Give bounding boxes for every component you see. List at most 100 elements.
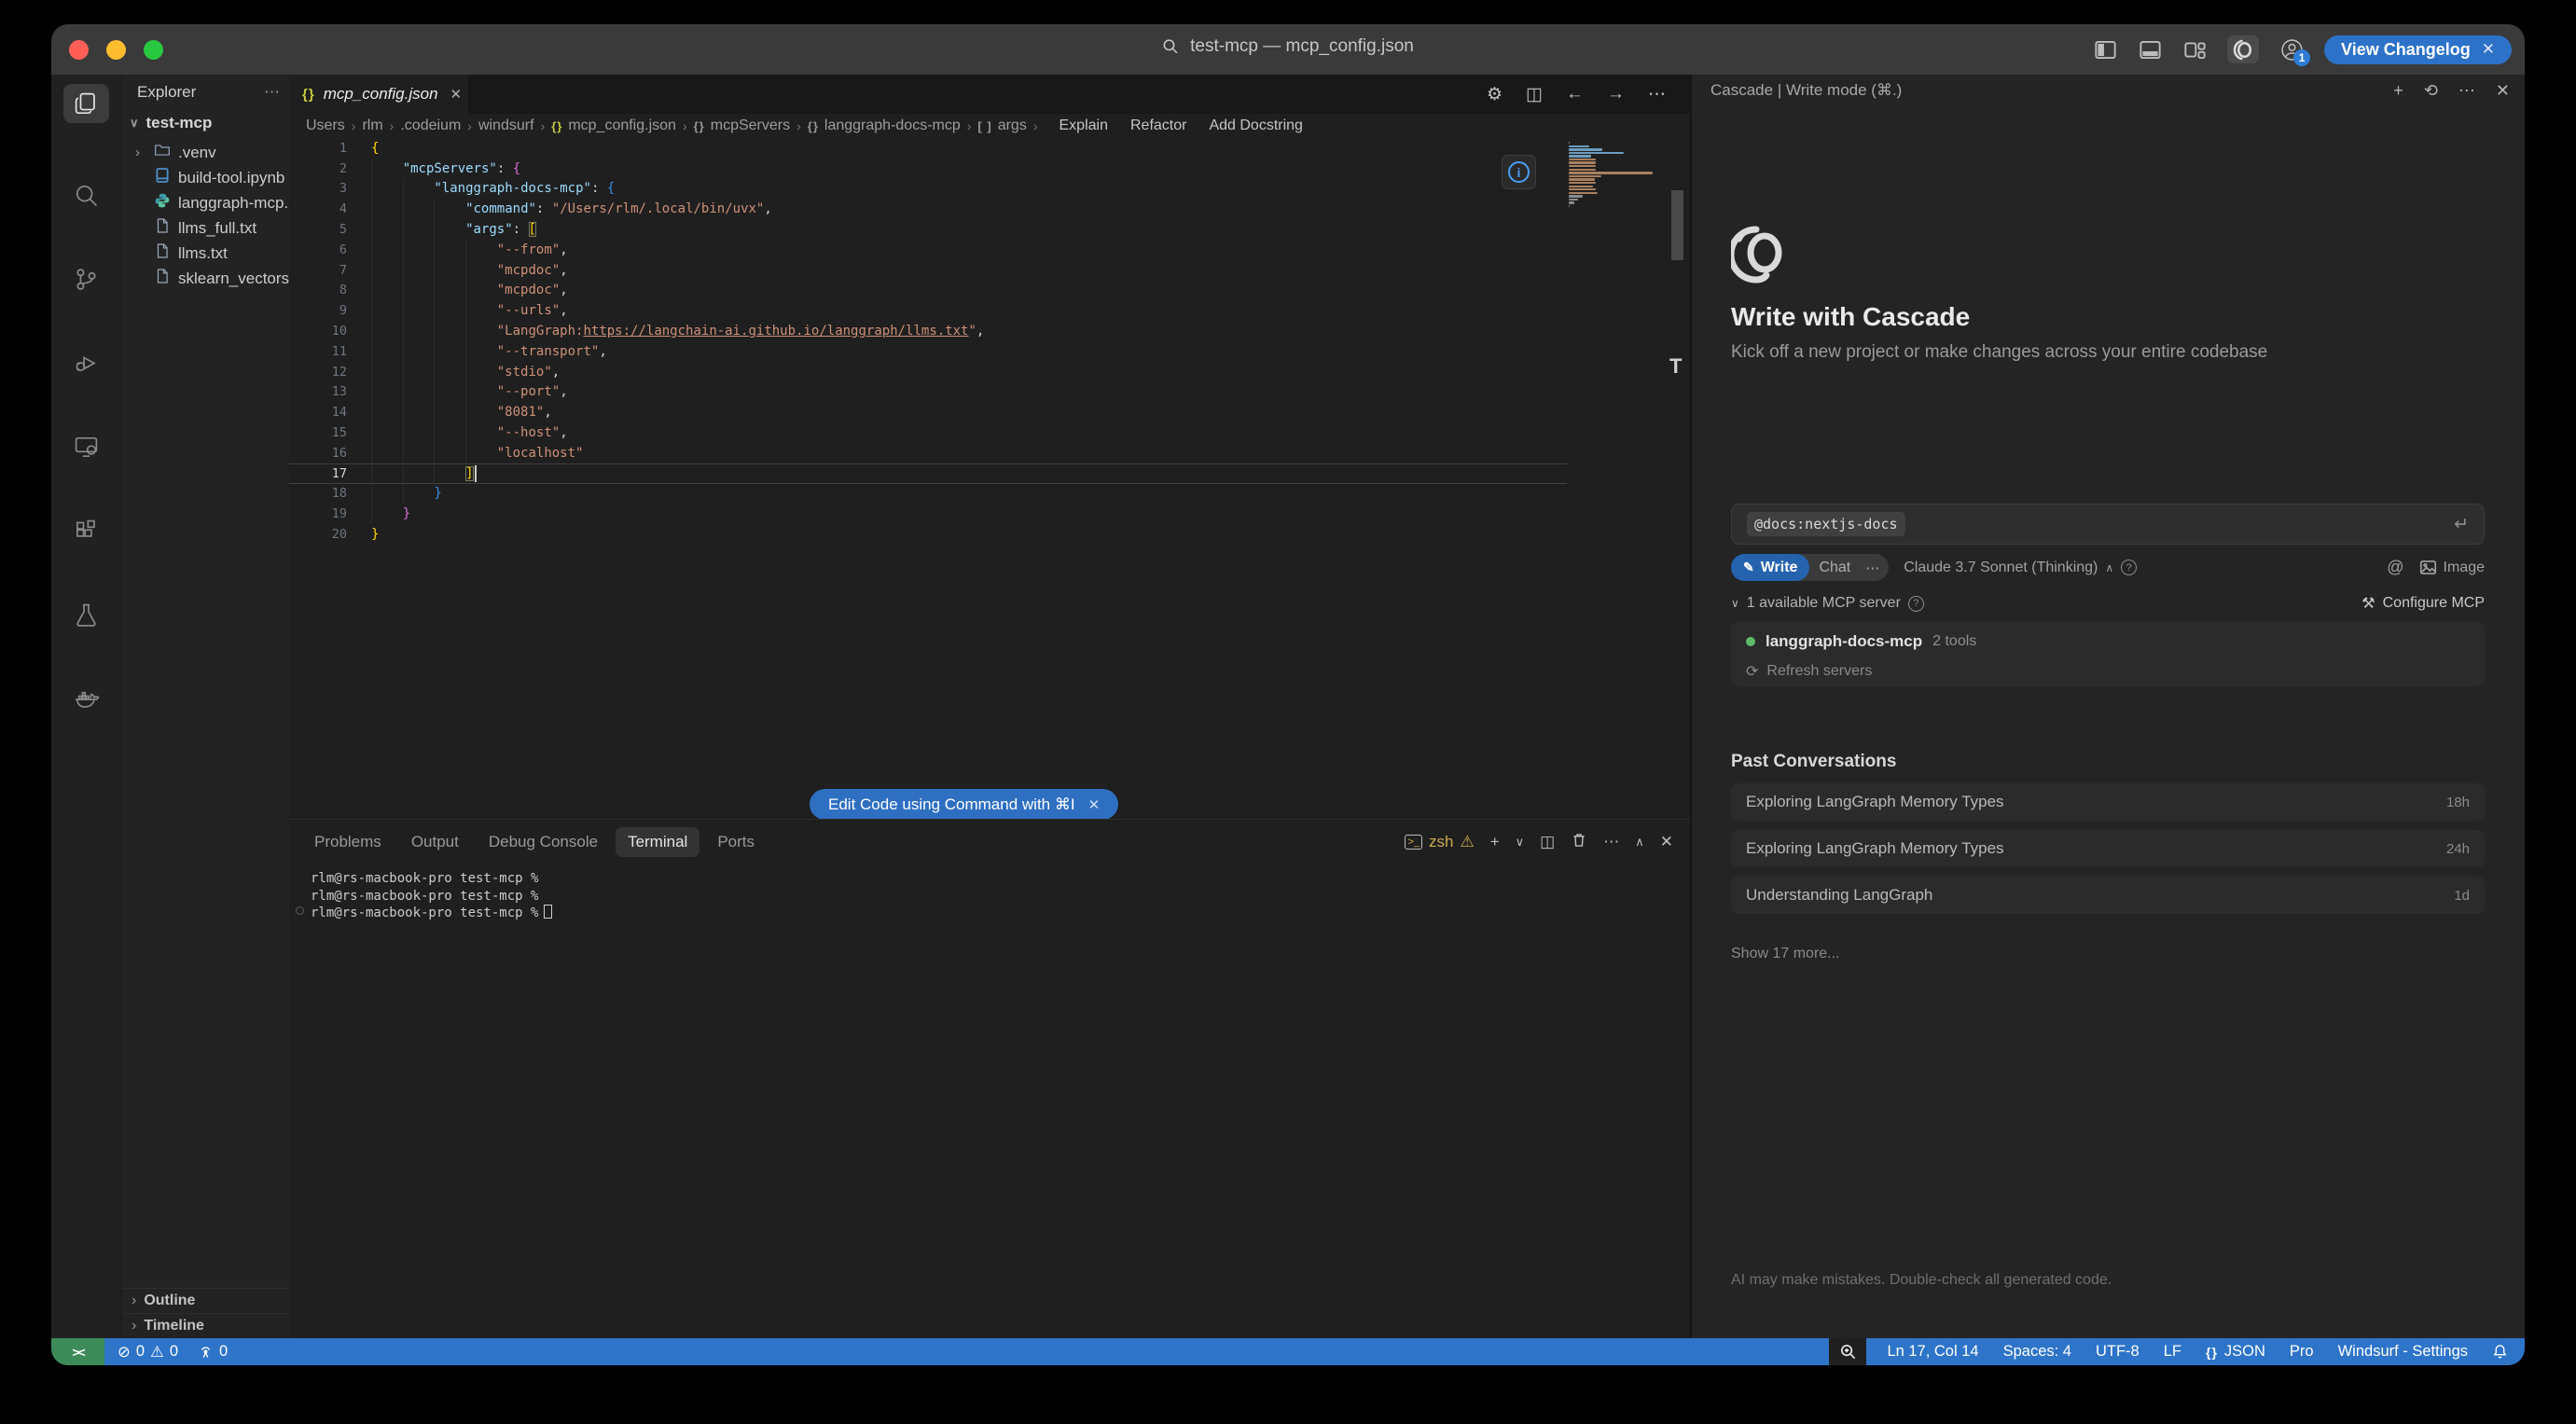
file-row-llms-full-txt[interactable]: llms_full.txt <box>122 215 289 241</box>
refresh-servers-button[interactable]: ⟳ Refresh servers <box>1746 662 2470 681</box>
terminal-output[interactable]: rlm@rs-macbook-pro test-mcp %rlm@rs-macb… <box>311 870 552 922</box>
code-line-6[interactable]: 6"--from", <box>289 240 1567 260</box>
macos-close-button[interactable] <box>69 40 89 60</box>
new-terminal-icon[interactable]: + <box>1490 833 1500 851</box>
remote-explorer-icon[interactable] <box>63 427 109 466</box>
breadcrumb-item-rlm[interactable]: rlm <box>362 118 382 134</box>
write-mode-button[interactable]: ✎ Write <box>1731 554 1809 581</box>
toggle-panel-icon[interactable] <box>2138 37 2162 62</box>
lens-explain[interactable]: Explain <box>1059 118 1108 134</box>
code-line-4[interactable]: 4"command": "/Users/rlm/.local/bin/uvx", <box>289 199 1567 219</box>
windsurf-settings[interactable]: Windsurf - Settings <box>2338 1343 2468 1361</box>
chat-mode-button[interactable]: Chat <box>1809 560 1860 576</box>
history-icon[interactable]: ⟲ <box>2424 81 2438 101</box>
code-line-1[interactable]: 1{ <box>289 138 1567 159</box>
code-line-8[interactable]: 8"mcpdoc", <box>289 281 1567 301</box>
outline-section[interactable]: ›Outline <box>122 1288 289 1313</box>
screencast-zoom-indicator[interactable] <box>1829 1338 1866 1365</box>
lens-add-docstring[interactable]: Add Docstring <box>1209 118 1303 134</box>
code-line-20[interactable]: 20} <box>289 524 1567 545</box>
maximize-panel-icon[interactable]: ∧ <box>1635 835 1644 850</box>
macos-minimize-button[interactable] <box>106 40 126 60</box>
terminal-shell-label[interactable]: >_ zsh ⚠ <box>1405 833 1474 851</box>
customize-layout-icon[interactable] <box>2182 37 2207 62</box>
file-row--venv[interactable]: ›.venv <box>122 140 289 165</box>
code-line-16[interactable]: 16"localhost" <box>289 443 1567 463</box>
info-button[interactable]: i <box>1502 155 1536 189</box>
conversation-item[interactable]: Understanding LangGraph1d <box>1731 877 2485 914</box>
problems-status[interactable]: ⊘ 0 ⚠ 0 <box>118 1343 178 1362</box>
panel-tab-ports[interactable]: Ports <box>705 827 767 857</box>
breadcrumb-item-langgraph-docs-mcp[interactable]: {}langgraph-docs-mcp <box>808 118 961 134</box>
code-editor[interactable]: 1{2"mcpServers": {3"langgraph-docs-mcp":… <box>289 138 1567 545</box>
code-line-12[interactable]: 12"stdio", <box>289 362 1567 382</box>
file-row-langgraph-mcp-py[interactable]: langgraph-mcp.py <box>122 190 289 215</box>
settings-gear-icon[interactable]: ⚙ <box>1487 84 1503 105</box>
cursor-position[interactable]: Ln 17, Col 14 <box>1887 1343 1978 1361</box>
code-line-5[interactable]: 5"args": [ <box>289 219 1567 240</box>
command-center-search[interactable]: test-mcp — mcp_config.json <box>1162 36 1414 57</box>
plan-indicator[interactable]: Pro <box>2290 1343 2314 1361</box>
file-row-llms-txt[interactable]: llms.txt <box>122 241 289 266</box>
remote-indicator[interactable]: >< <box>51 1338 104 1365</box>
panel-tab-problems[interactable]: Problems <box>302 827 394 857</box>
code-line-14[interactable]: 14"8081", <box>289 402 1567 422</box>
breadcrumb-item-mcpservers[interactable]: {}mcpServers <box>694 118 790 134</box>
more-actions-icon[interactable]: ⋯ <box>2458 81 2475 101</box>
submit-enter-icon[interactable]: ↵ <box>2454 514 2469 535</box>
mode-more-icon[interactable]: ⋯ <box>1860 560 1885 576</box>
scrollbar-thumb[interactable] <box>1671 190 1683 260</box>
language-mode[interactable]: {} JSON <box>2206 1343 2265 1361</box>
new-conversation-icon[interactable]: + <box>2393 81 2403 101</box>
eol-setting[interactable]: LF <box>2164 1343 2181 1361</box>
close-icon[interactable]: ✕ <box>2482 40 2495 59</box>
show-more-link[interactable]: Show 17 more... <box>1731 946 1840 962</box>
lens-refactor[interactable]: Refactor <box>1130 118 1186 134</box>
toggle-sidebar-icon[interactable] <box>2093 37 2117 62</box>
code-line-19[interactable]: 19} <box>289 504 1567 524</box>
minimap[interactable] <box>1569 142 1655 209</box>
conversation-item[interactable]: Exploring LangGraph Memory Types24h <box>1731 830 2485 867</box>
panel-tab-output[interactable]: Output <box>399 827 471 857</box>
code-line-11[interactable]: 11"--transport", <box>289 341 1567 362</box>
docker-icon[interactable] <box>63 679 109 718</box>
kill-terminal-icon[interactable] <box>1571 832 1587 853</box>
more-actions-icon[interactable]: ⋯ <box>1603 833 1619 851</box>
panel-tab-debug-console[interactable]: Debug Console <box>477 827 610 857</box>
source-control-icon[interactable] <box>63 259 109 298</box>
extensions-icon[interactable] <box>63 511 109 550</box>
close-panel-icon[interactable]: ✕ <box>1660 833 1673 851</box>
close-tab-icon[interactable]: ✕ <box>450 86 463 103</box>
code-line-2[interactable]: 2"mcpServers": { <box>289 159 1567 179</box>
breadcrumb-item-users[interactable]: Users <box>306 118 345 134</box>
mcp-server-row[interactable]: langgraph-docs-mcp 2 tools <box>1746 632 2470 651</box>
encoding-setting[interactable]: UTF-8 <box>2096 1343 2140 1361</box>
tab-mcp-config-json[interactable]: {} mcp_config.json ✕ <box>289 75 468 114</box>
timeline-section[interactable]: ›Timeline <box>122 1313 289 1338</box>
model-selector[interactable]: Claude 3.7 Sonnet (Thinking) ∧ ? <box>1904 560 2137 576</box>
breadcrumb-item--codeium[interactable]: .codeium <box>400 118 461 134</box>
terminal-dropdown-icon[interactable]: ∨ <box>1516 835 1525 850</box>
notifications-bell-icon[interactable] <box>2492 1344 2508 1360</box>
run-debug-icon[interactable] <box>63 343 109 382</box>
code-line-10[interactable]: 10"LangGraph:https://langchain-ai.github… <box>289 321 1567 341</box>
conversation-item[interactable]: Exploring LangGraph Memory Types18h <box>1731 783 2485 821</box>
split-editor-icon[interactable]: ◫ <box>1526 84 1543 105</box>
indentation-setting[interactable]: Spaces: 4 <box>2003 1343 2071 1361</box>
breadcrumb-item-mcp-config-json[interactable]: {}mcp_config.json <box>551 118 676 134</box>
file-row-build-tool-ipynb[interactable]: build-tool.ipynb <box>122 165 289 190</box>
breadcrumb-item-args[interactable]: [ ]args <box>977 118 1026 134</box>
account-icon[interactable]: 1 <box>2279 37 2304 62</box>
cascade-toggle-icon[interactable] <box>2227 35 2259 63</box>
file-row-sklearn-vectorst-[interactable]: sklearn_vectorst... <box>122 266 289 291</box>
code-line-13[interactable]: 13"--port", <box>289 382 1567 403</box>
search-icon[interactable] <box>63 175 109 214</box>
testing-icon[interactable] <box>63 595 109 634</box>
cascade-prompt-input[interactable]: @docs:nextjs-docs ↵ <box>1731 504 2485 545</box>
mention-icon[interactable]: @ <box>2387 558 2403 577</box>
ports-status[interactable]: 0 <box>198 1343 228 1361</box>
code-line-7[interactable]: 7"mcpdoc", <box>289 260 1567 281</box>
breadcrumb-item-windsurf[interactable]: windsurf <box>478 118 534 134</box>
close-panel-icon[interactable]: ✕ <box>2496 81 2510 101</box>
code-line-17[interactable]: 17] <box>289 463 1567 484</box>
